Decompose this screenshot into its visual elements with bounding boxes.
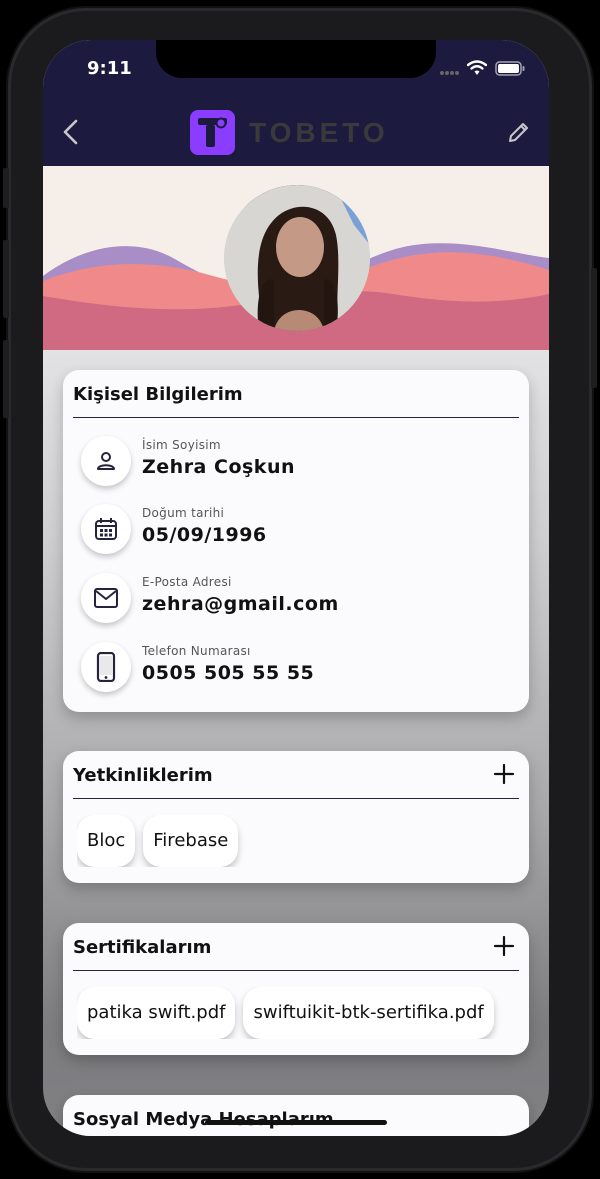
battery-icon xyxy=(495,60,525,80)
back-button[interactable] xyxy=(59,118,83,146)
social-media-card: Sosyal Medya Hesaplarım xyxy=(63,1095,529,1136)
wifi-icon xyxy=(466,60,488,80)
certificates-title: Sertifikalarım xyxy=(73,937,212,958)
email-value: zehra@gmail.com xyxy=(142,593,339,615)
skill-chip[interactable]: Bloc xyxy=(77,815,136,867)
name-label: İsim Soyisim xyxy=(142,438,221,452)
tobeto-logo: TOBETO xyxy=(190,110,389,155)
certificates-chips: patika swift.pdf swiftuikit-btk-sertifik… xyxy=(77,987,521,1039)
certificate-chip[interactable]: swiftuikit-btk-sertifika.pdf xyxy=(243,987,494,1039)
birthdate-label: Doğum tarihi xyxy=(142,506,225,520)
certificates-card: Sertifikalarım patika swift.pdf swiftuik… xyxy=(63,923,529,1055)
plus-icon xyxy=(493,763,515,785)
name-value: Zehra Coşkun xyxy=(142,456,295,478)
info-row-email: E-Posta Adresi zehra@gmail.com xyxy=(81,573,501,633)
info-row-name: İsim Soyisim Zehra Coşkun xyxy=(81,436,501,496)
personal-info-card: Kişisel Bilgilerim İsim Soyisim Zehra Co… xyxy=(63,370,529,712)
pencil-icon xyxy=(509,123,528,142)
phone-value: 0505 505 55 55 xyxy=(142,662,315,684)
chevron-left-icon xyxy=(63,119,78,145)
power-button xyxy=(591,268,597,388)
home-indicator xyxy=(205,1120,387,1125)
skills-chips: Bloc Firebase xyxy=(77,815,527,867)
signal-icon xyxy=(439,61,459,80)
calendar-icon xyxy=(81,504,131,554)
profile-avatar[interactable] xyxy=(224,185,370,331)
mute-switch xyxy=(3,168,9,208)
notch xyxy=(156,40,436,78)
tobeto-logo-text: TOBETO xyxy=(249,116,389,148)
app-bar: 9:11 TOBETO xyxy=(43,40,549,166)
personal-info-header: Kişisel Bilgilerim xyxy=(73,370,519,418)
add-skill-button[interactable] xyxy=(493,763,515,785)
certificate-chip[interactable]: patika swift.pdf xyxy=(77,987,236,1039)
phone-label: Telefon Numarası xyxy=(142,644,251,658)
volume-down-button xyxy=(3,340,9,418)
personal-info-title: Kişisel Bilgilerim xyxy=(73,384,243,405)
certificates-header: Sertifikalarım xyxy=(73,923,519,971)
plus-icon xyxy=(493,935,515,957)
info-row-phone: Telefon Numarası 0505 505 55 55 xyxy=(81,642,501,702)
add-certificate-button[interactable] xyxy=(493,935,515,957)
email-label: E-Posta Adresi xyxy=(142,575,232,589)
tobeto-logo-mark xyxy=(190,110,235,155)
skill-chip[interactable]: Firebase xyxy=(143,815,239,867)
screen: 9:11 TOBETO Kişisel Bilgilerim İsim Soyi… xyxy=(43,40,549,1136)
status-time: 9:11 xyxy=(87,58,132,79)
profile-banner xyxy=(43,166,549,350)
social-media-header: Sosyal Medya Hesaplarım xyxy=(73,1095,519,1136)
volume-up-button xyxy=(3,240,9,318)
info-row-birthdate: Doğum tarihi 05/09/1996 xyxy=(81,504,501,564)
mail-icon xyxy=(81,573,131,623)
birthdate-value: 05/09/1996 xyxy=(142,524,267,546)
phone-icon xyxy=(81,642,131,692)
status-icons xyxy=(439,60,525,80)
skills-title: Yetkinliklerim xyxy=(73,765,213,786)
skills-header: Yetkinliklerim xyxy=(73,751,519,799)
skills-card: Yetkinliklerim Bloc Firebase xyxy=(63,751,529,883)
person-icon xyxy=(81,436,131,486)
edit-button[interactable] xyxy=(507,120,531,144)
